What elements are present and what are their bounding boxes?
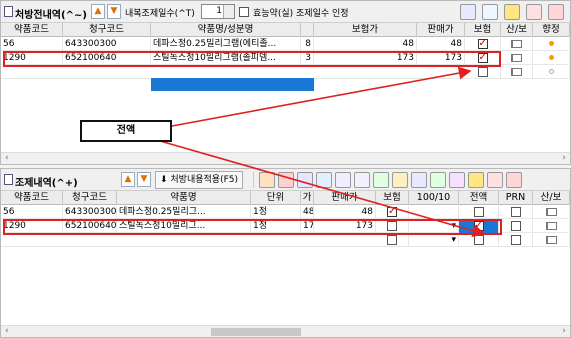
callout-label: 전액	[80, 120, 172, 142]
annotation-arrows	[159, 66, 486, 238]
